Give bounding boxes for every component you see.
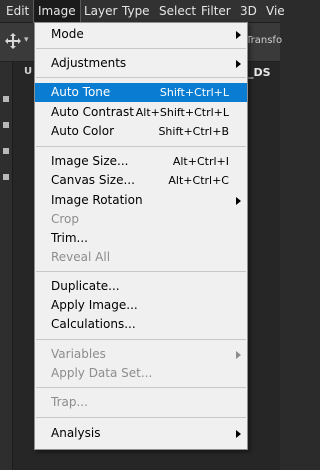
menu-item-analysis[interactable]: Analysis [35, 424, 247, 443]
menubar: Edit Image Layer Type Select Filter 3D V… [0, 0, 285, 23]
submenu-arrow-icon [236, 351, 241, 359]
tool-icon[interactable] [3, 174, 9, 180]
menu-item-label: Auto Color [51, 124, 115, 138]
menu-item-crop: Crop [35, 210, 247, 229]
menu-separator [36, 48, 246, 49]
menu-item-canvas-size[interactable]: Canvas Size... Alt+Ctrl+C [35, 171, 247, 190]
menu-item-auto-color[interactable]: Auto Color Shift+Ctrl+B [35, 122, 247, 141]
menu-item-label: Variables [51, 347, 106, 361]
menu-item-reveal-all: Reveal All [35, 248, 247, 267]
tool-icon[interactable] [3, 96, 9, 102]
menu-item-shortcut: Alt+Ctrl+I [172, 155, 229, 168]
menu-item-label: Analysis [51, 426, 101, 440]
image-menu-dropdown: Mode Adjustments Auto Tone Shift+Ctrl+L … [34, 22, 248, 450]
tools-panel [0, 62, 13, 470]
menu-item-label: Apply Image... [51, 298, 138, 312]
menu-item-calculations[interactable]: Calculations... [35, 315, 247, 334]
menu-image[interactable]: Image [33, 0, 81, 23]
menu-separator [36, 77, 246, 78]
menu-separator [36, 417, 246, 418]
menu-select[interactable]: Select [155, 0, 200, 22]
menu-separator [36, 271, 246, 272]
menu-item-label: Auto Tone [51, 85, 111, 99]
menu-item-trim[interactable]: Trim... [35, 229, 247, 248]
menu-item-trap: Trap... [35, 393, 247, 412]
menu-item-label: Auto Contrast [51, 105, 134, 119]
menu-item-apply-data-set: Apply Data Set... [35, 364, 247, 383]
menu-item-label: Calculations... [51, 317, 136, 331]
menu-item-adjustments[interactable]: Adjustments [35, 54, 247, 73]
menu-item-label: Duplicate... [51, 279, 120, 293]
menu-item-shortcut: Shift+Ctrl+B [158, 125, 229, 138]
menu-item-shortcut: Alt+Ctrl+C [168, 174, 229, 187]
menu-item-label: Trap... [51, 395, 88, 409]
menu-item-auto-contrast[interactable]: Auto Contrast Alt+Shift+Ctrl+L [35, 103, 247, 122]
menu-item-label: Trim... [51, 231, 88, 245]
menu-item-label: Mode [51, 27, 84, 41]
menu-item-label: Apply Data Set... [51, 366, 153, 380]
submenu-arrow-icon [236, 430, 241, 438]
menu-view[interactable]: Vie [262, 0, 289, 22]
submenu-arrow-icon [236, 31, 241, 39]
menu-item-mode[interactable]: Mode [35, 25, 247, 44]
document-tab-title[interactable]: _DS [248, 66, 271, 79]
tool-icon[interactable] [3, 148, 9, 154]
menu-item-apply-image[interactable]: Apply Image... [35, 296, 247, 315]
menu-3d[interactable]: 3D [236, 0, 261, 22]
menu-item-image-rotation[interactable]: Image Rotation [35, 191, 247, 210]
tool-preset-arrow-icon[interactable]: ▾ [24, 35, 29, 45]
menu-item-label: Canvas Size... [51, 173, 135, 187]
menu-item-label: Adjustments [51, 56, 127, 70]
menu-item-image-size[interactable]: Image Size... Alt+Ctrl+I [35, 152, 247, 171]
menu-item-label: Reveal All [51, 250, 111, 264]
menu-separator [36, 339, 246, 340]
document-tab-label[interactable]: U [24, 66, 32, 77]
menu-item-shortcut: Shift+Ctrl+L [159, 86, 229, 99]
menu-item-auto-tone[interactable]: Auto Tone Shift+Ctrl+L [35, 83, 247, 102]
menu-separator [36, 146, 246, 147]
menu-separator [36, 387, 246, 388]
submenu-arrow-icon [236, 197, 241, 205]
show-transform-controls-label[interactable]: Transfo [246, 35, 282, 46]
photoshop-window: Edit Image Layer Type Select Filter 3D V… [0, 0, 285, 470]
menu-edit[interactable]: Edit [2, 0, 33, 22]
menu-item-shortcut: Alt+Shift+Ctrl+L [135, 106, 229, 119]
menu-item-variables: Variables [35, 345, 247, 364]
menu-item-label: Crop [51, 212, 80, 226]
menu-item-label: Image Size... [51, 154, 129, 168]
menu-filter[interactable]: Filter [197, 0, 235, 22]
submenu-arrow-icon [236, 60, 241, 68]
move-tool-icon[interactable] [4, 32, 22, 50]
menu-item-duplicate[interactable]: Duplicate... [35, 277, 247, 296]
tool-icon[interactable] [3, 122, 9, 128]
menu-layer[interactable]: Layer [80, 0, 121, 22]
menu-item-label: Image Rotation [51, 193, 143, 207]
menu-type[interactable]: Type [118, 0, 154, 22]
